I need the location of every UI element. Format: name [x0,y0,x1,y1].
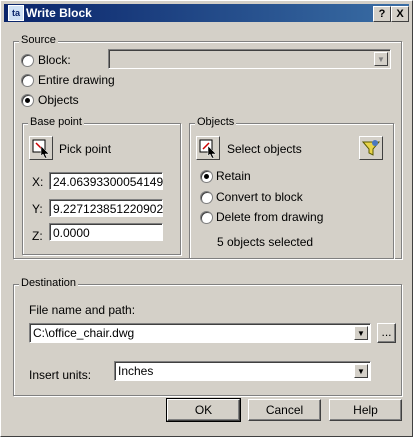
help-title-button[interactable]: ? [373,6,391,22]
file-path-value: C:\office_chair.dwg [33,326,135,340]
entire-drawing-label: Entire drawing [38,73,115,87]
block-radio[interactable] [21,54,34,67]
delete-from-drawing-label: Delete from drawing [216,210,324,224]
filter-funnel-icon [361,140,381,156]
source-group-label: Source [19,34,58,46]
base-point-group-label: Base point [28,116,84,128]
app-icon: ta [8,5,24,21]
retain-label: Retain [216,169,251,183]
retain-radio[interactable] [200,170,213,183]
file-path-label: File name and path: [29,303,136,317]
pick-point-button[interactable] [29,136,53,160]
select-objects-button[interactable] [196,136,220,160]
x-coordinate-input[interactable]: 24.06393300054149 [49,172,163,190]
insert-units-value: Inches [118,364,154,378]
chevron-down-icon[interactable]: ▼ [354,326,368,340]
dialog-title: Write Block [26,6,92,20]
z-label: Z: [32,229,43,243]
objects-radio-label: Objects [38,93,79,107]
select-objects-icon [199,139,217,159]
radio-selected-dot [25,98,30,103]
title-bar: ta Write Block ? X [4,4,409,22]
chevron-down-icon: ▼ [374,52,388,66]
quick-select-button[interactable] [359,136,383,160]
objects-radio[interactable] [21,94,34,107]
x-label: X: [32,175,44,189]
convert-to-block-radio[interactable] [200,191,213,204]
block-select[interactable]: ▼ [108,49,391,69]
entire-drawing-radio[interactable] [21,74,34,87]
y-coordinate-input[interactable]: 9.227123851220902 [49,199,163,217]
convert-to-block-label: Convert to block [216,190,303,204]
browse-button[interactable]: ... [377,323,396,343]
pick-point-icon [32,139,50,159]
objects-selected-status: 5 objects selected [217,235,314,249]
chevron-down-icon[interactable]: ▼ [354,364,368,378]
z-coordinate-input[interactable]: 0.0000 [49,223,163,241]
write-block-dialog: ta Write Block ? X Source Block: ▼ Entir… [0,0,413,437]
insert-units-select[interactable]: Inches ▼ [114,361,371,381]
insert-units-label: Insert units: [29,368,92,382]
select-objects-label: Select objects [227,142,302,156]
close-title-button[interactable]: X [391,6,409,22]
cancel-button[interactable]: Cancel [248,399,321,421]
radio-selected-dot [204,174,209,179]
ok-button[interactable]: OK [166,398,241,422]
destination-group-label: Destination [19,277,79,289]
y-label: Y: [32,202,43,216]
block-radio-label: Block: [38,53,71,67]
help-button[interactable]: Help [329,399,402,421]
pick-point-label: Pick point [59,142,112,156]
objects-group-label: Objects [195,116,237,128]
delete-from-drawing-radio[interactable] [200,211,213,224]
file-path-combo[interactable]: C:\office_chair.dwg ▼ [29,323,371,343]
